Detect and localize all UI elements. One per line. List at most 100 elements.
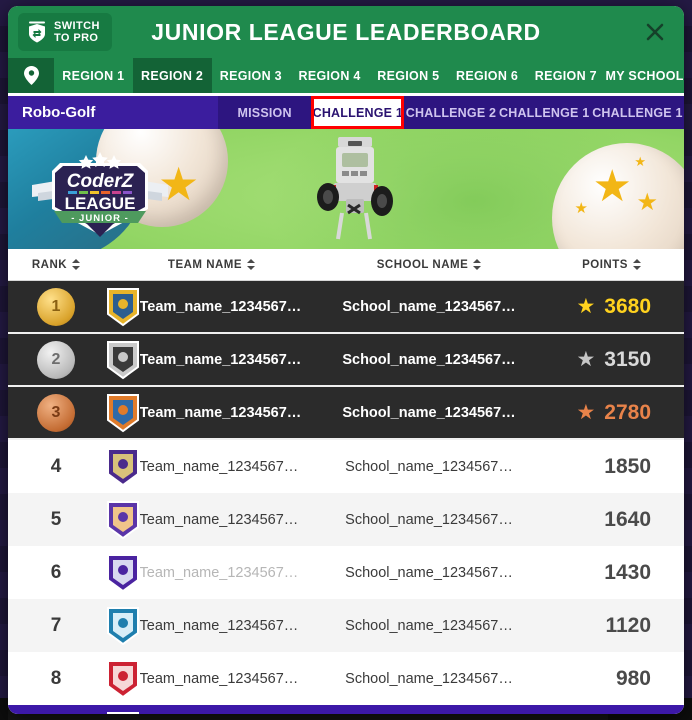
school-cell: School_name_1234567…: [319, 440, 539, 493]
rank-cell: 8: [8, 652, 104, 705]
location-pin-icon: [23, 66, 39, 85]
team-cell: Team_name_1234567…: [104, 652, 319, 705]
modal-header: SWITCH TO PRO JUNIOR LEAGUE LEADERBOARD: [8, 6, 684, 58]
team-badge-icon: [106, 447, 139, 486]
table-row[interactable]: 3 Team_name_1234567… School_name_1234567… ★…: [8, 387, 684, 440]
team-cell: Team_name_1234567…: [104, 281, 319, 332]
close-button[interactable]: [640, 17, 670, 47]
points-cell: ★ 3680: [539, 281, 684, 332]
points-value: 3680: [604, 294, 651, 318]
table-row[interactable]: 7 Team_name_1234567… School_name_1234567… 1…: [8, 599, 684, 652]
challenge-tab-challenge-2[interactable]: CHALLENGE 2: [404, 96, 497, 129]
team-cell: Team_name_1234567…: [104, 440, 319, 493]
switch-line-2: TO PRO: [54, 32, 99, 44]
medal-rank-label: 3: [51, 403, 61, 421]
team-badge-icon: [106, 287, 139, 326]
team-name: Team_name_1234567…: [139, 670, 299, 687]
leaderboard-modal: SWITCH TO PRO JUNIOR LEAGUE LEADERBOARD …: [8, 6, 684, 714]
switch-to-pro-button[interactable]: SWITCH TO PRO: [18, 13, 112, 51]
location-pin-button[interactable]: [8, 58, 54, 93]
table-header: RANK TEAM NAME SCHOOL NAME POINTS: [8, 249, 684, 281]
region-tab-label: MY SCHOOL: [605, 68, 684, 83]
region-tab-label: REGION 5: [377, 68, 440, 83]
rank-cell: 7: [8, 599, 104, 652]
medal-rank-label: 2: [51, 350, 61, 368]
school-cell: School_name_1234567…: [319, 705, 539, 714]
table-row[interactable]: 2 Team_name_1234567… School_name_1234567… ★…: [8, 334, 684, 387]
table-row[interactable]: 6 Team_name_1234567… School_name_1234567… 1…: [8, 546, 684, 599]
region-tab-5[interactable]: REGION 6: [448, 58, 527, 93]
column-header-team-name[interactable]: TEAM NAME: [104, 259, 319, 271]
region-tab-2[interactable]: REGION 3: [212, 58, 291, 93]
column-header-school-name[interactable]: SCHOOL NAME: [319, 259, 539, 271]
sort-arrows-icon: [247, 259, 256, 270]
column-header-points[interactable]: POINTS: [539, 259, 684, 271]
region-tab-1[interactable]: REGION 2: [132, 58, 212, 93]
rank-cell: 1: [8, 281, 104, 332]
points-value: 2780: [604, 400, 651, 424]
sort-arrows-icon: [632, 259, 641, 270]
rank-number: 6: [50, 561, 62, 583]
table-row[interactable]: 1 Team_name_1234567… School_name_1234567… ★…: [8, 281, 684, 334]
region-tab-label: REGION 7: [534, 68, 597, 83]
team-cell: Team_name_1234567…: [104, 493, 319, 546]
team-name: Team_name_1234567…: [139, 351, 302, 368]
points-value: 1430: [604, 560, 651, 584]
challenge-tab-challenge-1[interactable]: CHALLENGE 1: [311, 96, 405, 129]
table-row[interactable]: 12Team_name_1234567…School_name_1234567……: [8, 705, 684, 714]
rank-number: 7: [50, 614, 62, 636]
team-cell: Team_name_1234567…: [104, 705, 319, 714]
challenge-tab-mission[interactable]: MISSION: [218, 96, 311, 129]
school-name: School_name_1234567…: [342, 404, 516, 421]
team-name: Team_name_1234567…: [139, 617, 299, 634]
school-cell: School_name_1234567…: [319, 387, 539, 438]
sort-arrows-icon: [72, 259, 81, 270]
school-cell: School_name_1234567…: [319, 546, 539, 599]
table-row[interactable]: 8 Team_name_1234567… School_name_1234567… 9…: [8, 652, 684, 705]
challenge-tab-3[interactable]: CHALLENGE 1: [498, 96, 591, 129]
star-icon: ★: [576, 401, 596, 424]
school-cell: School_name_1234567…: [319, 493, 539, 546]
rank-number: 8: [50, 667, 62, 689]
points-cell: 1640: [539, 493, 684, 546]
challenge-tab-label: MISSION: [237, 105, 292, 120]
region-tab-3[interactable]: REGION 4: [290, 58, 369, 93]
team-cell: Team_name_1234567…: [104, 599, 319, 652]
challenge-tab-4[interactable]: CHALLENGE 1: [591, 96, 684, 129]
robot-vehicle-icon: [317, 137, 393, 240]
region-tab-label: REGION 6: [456, 68, 519, 83]
school-name: School_name_1234567…: [342, 298, 516, 315]
rank-number: 4: [50, 455, 62, 477]
region-tab-0[interactable]: REGION 1: [54, 58, 133, 93]
team-cell: Team_name_1234567…: [104, 387, 319, 438]
star-icon: ★: [576, 348, 596, 371]
points-cell: ★ 3150: [539, 334, 684, 385]
team-name: Team_name_1234567…: [139, 564, 299, 581]
team-cell: Team_name_1234567…: [104, 334, 319, 385]
region-tab-label: REGION 2: [141, 68, 204, 83]
rank-cell: 2: [8, 334, 104, 385]
team-badge-icon: [106, 606, 139, 645]
challenge-banner: ★ ★ ★ ★ ★ CoderZ LEAGUE - JUNIOR -: [8, 129, 684, 249]
game-title: Robo-Golf: [8, 96, 218, 129]
region-tab-4[interactable]: REGION 5: [369, 58, 448, 93]
table-row[interactable]: 4 Team_name_1234567… School_name_1234567… 1…: [8, 440, 684, 493]
points-cell: 550: [539, 705, 684, 714]
challenge-tab-label: CHALLENGE 1: [592, 105, 683, 120]
team-badge-icon: [106, 553, 139, 592]
school-name: School_name_1234567…: [345, 511, 513, 528]
region-tab-6[interactable]: REGION 7: [527, 58, 606, 93]
team-badge-icon: [106, 500, 139, 539]
table-row[interactable]: 5 Team_name_1234567… School_name_1234567… 1…: [8, 493, 684, 546]
team-badge-icon: [106, 659, 139, 698]
school-cell: School_name_1234567…: [319, 599, 539, 652]
star-icon: ★: [636, 189, 658, 216]
points-cell: 1850: [539, 440, 684, 493]
region-tab-my-school[interactable]: MY SCHOOL: [605, 58, 684, 93]
school-name: School_name_1234567…: [342, 351, 516, 368]
column-header-rank[interactable]: RANK: [8, 259, 104, 271]
challenge-tabs: MISSION CHALLENGE 1 CHALLENGE 2 CHALLENG…: [218, 96, 684, 129]
challenge-tab-label: CHALLENGE 2: [405, 105, 497, 120]
team-name: Team_name_1234567…: [139, 298, 302, 315]
switch-to-pro-label: SWITCH TO PRO: [54, 20, 100, 44]
